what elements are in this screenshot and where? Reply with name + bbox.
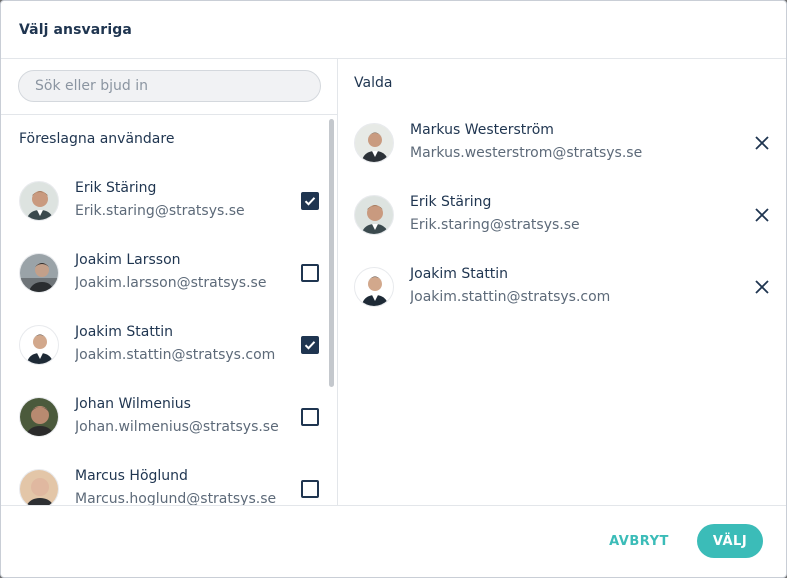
close-icon — [755, 208, 769, 222]
user-select-checkbox[interactable] — [301, 336, 319, 354]
suggested-users-heading: Föreslagna användare — [19, 131, 175, 147]
user-name: Markus Westerström — [410, 122, 554, 138]
suggested-user-row[interactable]: Erik Stäring Erik.staring@stratsys.se — [1, 173, 331, 245]
close-icon — [755, 280, 769, 294]
user-email: Joakim.larsson@stratsys.se — [75, 275, 267, 291]
user-name: Marcus Höglund — [75, 468, 188, 484]
dialog-body: Föreslagna användare Erik Stäring Erik.s… — [1, 59, 786, 505]
selected-user-row: Joakim Stattin Joakim.stattin@stratsys.c… — [338, 259, 786, 331]
cancel-button[interactable]: AVBRYT — [599, 524, 679, 558]
dialog-title: Välj ansvariga — [19, 21, 132, 38]
avatar — [19, 325, 59, 365]
remove-user-button[interactable] — [750, 275, 774, 299]
check-icon — [304, 197, 316, 206]
user-name: Johan Wilmenius — [75, 396, 191, 412]
user-name: Joakim Stattin — [75, 324, 174, 340]
suggested-pane: Föreslagna användare Erik Stäring Erik.s… — [1, 59, 338, 505]
user-email: Erik.staring@stratsys.se — [410, 217, 580, 233]
suggested-list: Föreslagna användare Erik Stäring Erik.s… — [1, 115, 337, 505]
remove-user-button[interactable] — [750, 131, 774, 155]
scrollbar-thumb[interactable] — [329, 119, 334, 387]
user-name: Joakim Stattin — [410, 266, 509, 282]
search-input[interactable] — [18, 70, 321, 102]
avatar — [19, 181, 59, 221]
user-email: Johan.wilmenius@stratsys.se — [75, 419, 279, 435]
user-name: Erik Stäring — [410, 194, 492, 210]
avatar — [19, 397, 59, 437]
dialog-header: Välj ansvariga — [1, 1, 786, 59]
remove-user-button[interactable] — [750, 203, 774, 227]
avatar — [354, 267, 394, 307]
search-container — [1, 59, 337, 115]
user-select-checkbox[interactable] — [301, 192, 319, 210]
avatar — [354, 123, 394, 163]
avatar — [354, 195, 394, 235]
user-email: Joakim.stattin@stratsys.com — [410, 289, 611, 305]
suggested-user-row[interactable]: Joakim Larsson Joakim.larsson@stratsys.s… — [1, 245, 331, 317]
select-responsible-dialog: Välj ansvariga Föreslagna användare Erik… — [0, 0, 787, 578]
dialog-footer: AVBRYT VÄLJ — [1, 505, 786, 577]
user-email: Joakim.stattin@stratsys.com — [75, 347, 276, 363]
selected-user-row: Markus Westerström Markus.westerstrom@st… — [338, 115, 786, 187]
user-select-checkbox[interactable] — [301, 408, 319, 426]
check-icon — [304, 341, 316, 350]
user-select-checkbox[interactable] — [301, 264, 319, 282]
selected-user-row: Erik Stäring Erik.staring@stratsys.se — [338, 187, 786, 259]
selected-users-heading: Valda — [354, 75, 393, 91]
suggested-user-row[interactable]: Johan Wilmenius Johan.wilmenius@stratsys… — [1, 389, 331, 461]
avatar — [19, 469, 59, 505]
user-select-checkbox[interactable] — [301, 480, 319, 498]
user-name: Erik Stäring — [75, 180, 157, 196]
user-email: Marcus.hoglund@stratsys.se — [75, 491, 277, 505]
selected-pane: Valda Markus Westerström Markus.westerst… — [338, 59, 786, 505]
close-icon — [755, 136, 769, 150]
avatar — [19, 253, 59, 293]
suggested-user-row[interactable]: Marcus Höglund Marcus.hoglund@stratsys.s… — [1, 461, 331, 505]
user-email: Markus.westerstrom@stratsys.se — [410, 145, 643, 161]
suggested-user-row[interactable]: Joakim Stattin Joakim.stattin@stratsys.c… — [1, 317, 331, 389]
select-button[interactable]: VÄLJ — [697, 524, 763, 558]
user-name: Joakim Larsson — [75, 252, 181, 268]
user-email: Erik.staring@stratsys.se — [75, 203, 245, 219]
